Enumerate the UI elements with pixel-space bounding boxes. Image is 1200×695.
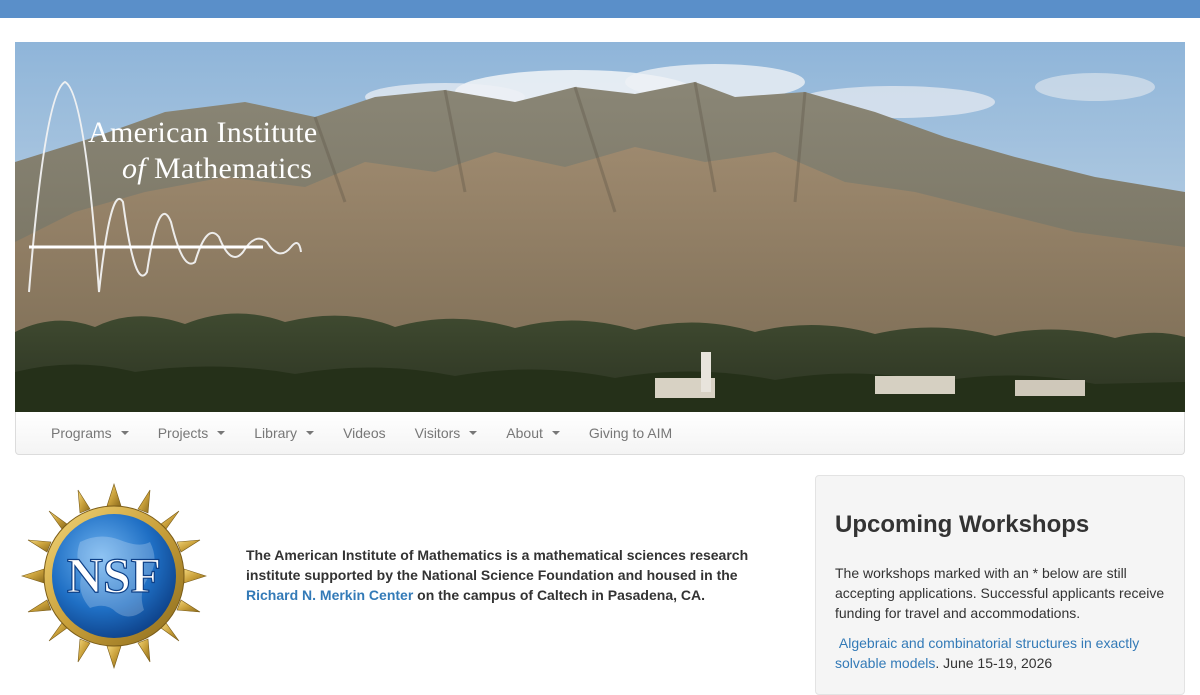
caret-down-icon — [469, 431, 478, 435]
nav-videos-label: Videos — [343, 425, 386, 441]
nav-projects-label: Projects — [157, 425, 209, 441]
intro-paragraph: The American Institute of Mathematics is… — [246, 545, 776, 605]
top-bar — [0, 0, 1200, 18]
mountain-landscape-image — [15, 42, 1185, 412]
main-navbar: Programs Projects Library Videos Visitor… — [15, 412, 1185, 455]
nav-programs[interactable]: Programs — [36, 412, 143, 455]
merkin-center-link[interactable]: Richard N. Merkin Center — [246, 587, 413, 603]
nav-programs-label: Programs — [51, 425, 112, 441]
nav-videos[interactable]: Videos — [328, 412, 400, 455]
workshop-item: Algebraic and combinatorial structures i… — [835, 633, 1165, 673]
workshop-dates: . June 15-19, 2026 — [935, 655, 1053, 671]
logo-title-line2: of Mathematics — [122, 154, 312, 184]
nav-about[interactable]: About — [491, 412, 574, 455]
workshops-note: The workshops marked with an * below are… — [835, 565, 1165, 621]
caret-down-icon — [217, 431, 226, 435]
sidebar-title: Upcoming Workshops — [835, 511, 1090, 538]
intro-text: The American Institute of Mathematics is… — [246, 547, 749, 583]
caret-down-icon — [551, 431, 560, 435]
upcoming-workshops-panel: Upcoming Workshops The workshops marked … — [815, 475, 1185, 695]
nav-library-label: Library — [254, 425, 298, 441]
nav-visitors[interactable]: Visitors — [400, 412, 492, 455]
intro-text-after: on the campus of Caltech in Pasadena, CA… — [417, 587, 705, 603]
caret-down-icon — [306, 431, 315, 435]
nav-giving[interactable]: Giving to AIM — [574, 412, 686, 455]
logo-mathematics: Mathematics — [153, 152, 313, 185]
nav-projects[interactable]: Projects — [143, 412, 240, 455]
hero-banner: American Institute of Mathematics — [15, 42, 1185, 412]
nav-giving-label: Giving to AIM — [588, 425, 673, 441]
caret-down-icon — [120, 431, 129, 435]
logo-title-line1: American Institute — [88, 116, 318, 149]
nav-visitors-label: Visitors — [414, 425, 461, 441]
nsf-letters: NSF — [67, 547, 161, 603]
nav-about-label: About — [506, 425, 543, 441]
logo-of: of — [122, 152, 146, 185]
nav-library[interactable]: Library — [239, 412, 328, 455]
nsf-logo[interactable]: NSF — [20, 482, 208, 670]
